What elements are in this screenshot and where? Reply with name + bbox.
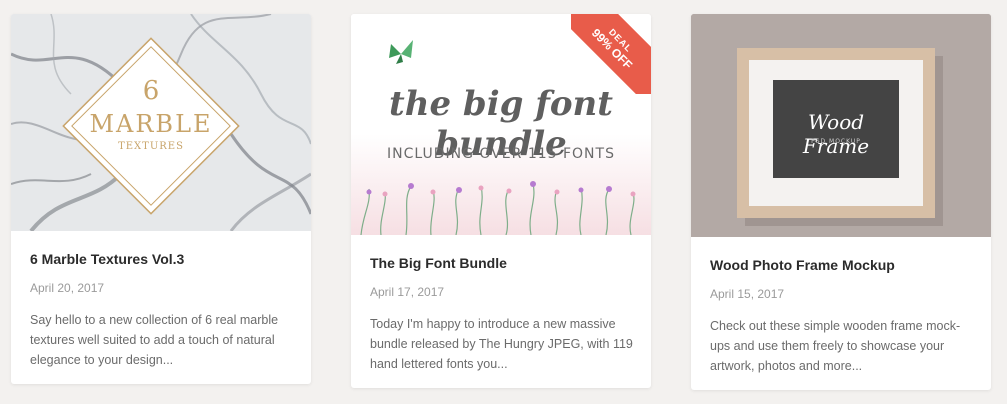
post-card[interactable]: Wood Frame PSD MOCKUP Wood Photo Frame M… [691,14,991,390]
post-date: April 20, 2017 [30,281,105,295]
post-excerpt: Check out these simple wooden frame mock… [710,319,961,373]
butterfly-icon [389,40,413,64]
post-date: April 15, 2017 [710,287,785,301]
font-bundle-sub: INCLUDING OVER 115 FONTS [387,146,615,162]
post-thumbnail[interactable]: 6 MARBLE TEXTURES [11,14,311,231]
marble-sub: TEXTURES [118,141,184,152]
marble-number: 6 [142,76,160,106]
post-excerpt: Today I'm happy to introduce a new massi… [370,317,633,371]
post-card[interactable]: the big font bundle INCLUDING OVER 115 F… [351,14,651,388]
post-excerpt: Say hello to a new collection of 6 real … [30,313,279,367]
post-date: April 17, 2017 [370,285,445,299]
post-title[interactable]: The Big Font Bundle [370,255,507,271]
deal-badge: DEAL 99% OFF [571,14,651,94]
post-thumbnail[interactable]: the big font bundle INCLUDING OVER 115 F… [351,14,651,235]
post-thumbnail[interactable]: Wood Frame PSD MOCKUP [691,14,991,237]
marble-word: MARBLE [89,110,213,138]
post-card[interactable]: 6 MARBLE TEXTURES 6 Marble Textures Vol.… [11,14,311,384]
post-title[interactable]: 6 Marble Textures Vol.3 [30,251,184,267]
frame-sub: PSD MOCKUP [811,138,861,145]
post-title[interactable]: Wood Photo Frame Mockup [710,257,895,273]
frame-title: Wood Frame [802,110,870,158]
